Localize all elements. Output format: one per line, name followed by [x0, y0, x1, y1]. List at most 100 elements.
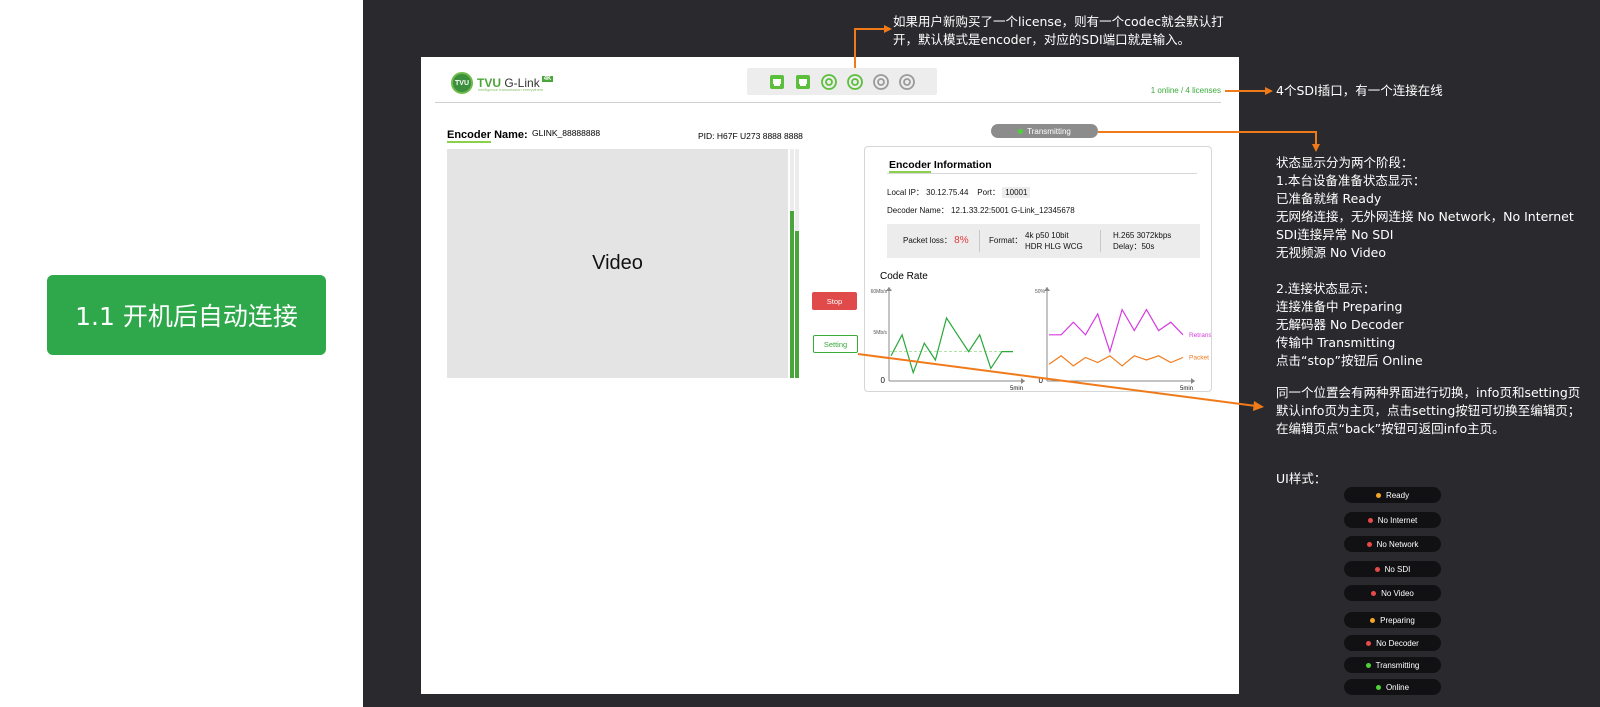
local-ip-row: Local IP： 30.12.75.44 Port： 10001: [887, 187, 1031, 198]
chart-x-label: 5min: [1180, 386, 1193, 392]
codec-value: H.265 3072kbps Delay：50s: [1113, 230, 1171, 252]
status-note-line: 连接准备中 Preparing: [1276, 299, 1403, 314]
status-pill-sample: Preparing: [1344, 612, 1441, 628]
top-note-line: 如果用户新购买了一个license，则有一个codec就会默认打: [893, 14, 1224, 29]
format-value: 4k p50 10bit HDR HLG WCG: [1025, 230, 1083, 252]
setting-button[interactable]: Setting: [813, 335, 858, 353]
pid-text: PID: H67F U273 8888 8888: [698, 131, 803, 141]
section-title-badge: 1.1 开机后自动连接: [47, 275, 326, 355]
logo-4k-tag: 4K: [541, 76, 554, 82]
status-note-line: SDI连接异常 No SDI: [1276, 227, 1394, 242]
status-dot-icon: [1375, 492, 1381, 498]
stats-separator: [1100, 230, 1101, 252]
local-ip-label: Local IP：: [887, 188, 924, 197]
top-note-line: 开，默认模式是encoder，对应的SDI端口就是输入。: [893, 32, 1191, 47]
status-dot-icon: [1365, 662, 1371, 668]
chart-axis-arrow-icon: [1021, 378, 1025, 384]
decoder-value: 12.1.33.22:5001 G-Link_12345678: [951, 206, 1075, 215]
status-note-line: 已准备就绪 Ready: [1276, 191, 1382, 206]
left-panel: 1.1 开机后自动连接: [0, 0, 363, 707]
logo-badge: TVU: [451, 72, 473, 94]
local-ip-value: 30.12.75.44: [926, 188, 969, 197]
top-note: 如果用户新购买了一个license，则有一个codec就会默认打 开，默认模式是…: [893, 13, 1224, 49]
chart-y-tick-label: 60Mb/s: [871, 289, 888, 295]
status-pill-label: Ready: [1385, 490, 1410, 500]
status-pill-sample: No Network: [1344, 536, 1441, 552]
status-note-line: 状态显示分为两个阶段：: [1276, 155, 1414, 170]
stats-box: Packet loss： 8% Format： 4k p50 10bit HDR…: [887, 224, 1200, 258]
chart-origin-label: 0: [881, 376, 886, 385]
format-label: Format：: [989, 236, 1023, 245]
status-pill-label: No SDI: [1384, 564, 1411, 574]
status-dot-icon: [1018, 128, 1024, 134]
encoder-name-label: Encoder Name:: [447, 129, 528, 143]
app-window: TVU TVU G-Link 4K intelligence transmissi…: [421, 57, 1239, 694]
sdi-port-icon[interactable]: [768, 73, 786, 91]
logo-slogan: intelligence transmission everywhere: [478, 87, 544, 92]
chart-series-label: Packet Loss Rate: [1189, 354, 1211, 361]
sdi-note: 4个SDI插口，有一个连接在线: [1276, 83, 1443, 98]
encoder-info-card: Encoder Information Local IP： 30.12.75.4…: [864, 146, 1212, 392]
status-pill: Transmitting: [991, 124, 1098, 138]
decoder-row: Decoder Name： 12.1.33.22:5001 G-Link_123…: [887, 205, 1075, 216]
status-pill-sample: No SDI: [1344, 561, 1441, 577]
status-pill-label: No Video: [1381, 588, 1414, 598]
codec-line-2: Delay：50s: [1113, 242, 1155, 251]
status-pill-label: No Network: [1376, 539, 1419, 549]
tvu-logo: TVU TVU G-Link 4K intelligence transmissi…: [451, 72, 554, 94]
ring-active-icon[interactable]: [820, 73, 838, 91]
audio-meter-fill: [790, 210, 794, 378]
status-note-line: [1276, 262, 1574, 280]
status-note-line: 无网络连接，无外网连接 No Network，No Internet: [1276, 209, 1574, 224]
chart-origin-label: 0: [1039, 376, 1044, 385]
status-pill-label: Preparing: [1380, 615, 1415, 625]
audio-meter-left: [790, 149, 794, 378]
status-note-line: 无视频源 No Video: [1276, 245, 1386, 260]
ring-active-icon[interactable]: [846, 73, 864, 91]
ring-idle-icon[interactable]: [898, 73, 916, 91]
decoder-label: Decoder Name：: [887, 206, 949, 215]
packet-loss-value: 8%: [954, 235, 969, 246]
status-dot-icon: [1375, 684, 1381, 690]
chart-axis-arrow-icon: [1191, 378, 1195, 384]
chart-x-label: 5min: [1010, 386, 1023, 392]
license-count: 1 online / 4 licenses: [1150, 86, 1221, 95]
chart-y-tick-label: 50%: [1035, 289, 1046, 295]
info-card-title: Encoder Information: [889, 159, 992, 173]
status-pill-sample: Ready: [1344, 487, 1441, 503]
switch-note-line: 在编辑页点“back”按钮可返回info主页。: [1276, 421, 1505, 436]
status-pill-label: No Decoder: [1376, 638, 1419, 648]
status-note-line: 点击“stop”按钮后 Online: [1276, 353, 1423, 368]
status-pill-sample: Online: [1344, 679, 1441, 695]
status-note-line: 1.本台设备准备状态显示：: [1276, 173, 1426, 188]
status-dot-icon: [1366, 541, 1372, 547]
status-pill-label: Transmitting: [1375, 660, 1420, 670]
status-note: 状态显示分为两个阶段： 1.本台设备准备状态显示： 已准备就绪 Ready 无网络连接…: [1276, 154, 1574, 370]
ui-style-label: UI样式：: [1276, 471, 1327, 486]
sdi-port-icon[interactable]: [794, 73, 812, 91]
ring-idle-icon[interactable]: [872, 73, 890, 91]
format-line-1: 4k p50 10bit: [1025, 231, 1069, 240]
format-line-2: HDR HLG WCG: [1025, 242, 1083, 251]
chart-series-line: [1049, 308, 1184, 354]
status-dot-icon: [1366, 640, 1372, 646]
packet-loss-label: Packet loss：: [903, 236, 952, 245]
status-note-line: 传输中 Transmitting: [1276, 335, 1396, 350]
status-dot-icon: [1367, 517, 1373, 523]
status-dot-icon: [1370, 617, 1376, 623]
info-title-underlined: Encoder: [889, 159, 932, 173]
status-pill-label: Online: [1385, 682, 1410, 692]
chart-series-line: [1048, 355, 1184, 367]
stop-button[interactable]: Stop: [812, 292, 857, 310]
status-note-line: 2.连接状态显示：: [1276, 281, 1376, 296]
chart-series-line: [890, 316, 1013, 375]
audio-meter-right: [795, 149, 799, 378]
status-dot-icon: [1374, 566, 1380, 572]
status-pill-sample: Transmitting: [1344, 657, 1441, 673]
switch-note-line: 默认info页为主页，点击setting按钮可切换至编辑页；: [1276, 403, 1581, 418]
status-pill-sample: No Internet: [1344, 512, 1441, 528]
status-pill-sample: No Decoder: [1344, 635, 1441, 651]
port-label: Port：: [977, 188, 1000, 197]
packet-loss-stat: Packet loss： 8%: [903, 235, 969, 246]
video-preview: Video: [447, 149, 788, 378]
